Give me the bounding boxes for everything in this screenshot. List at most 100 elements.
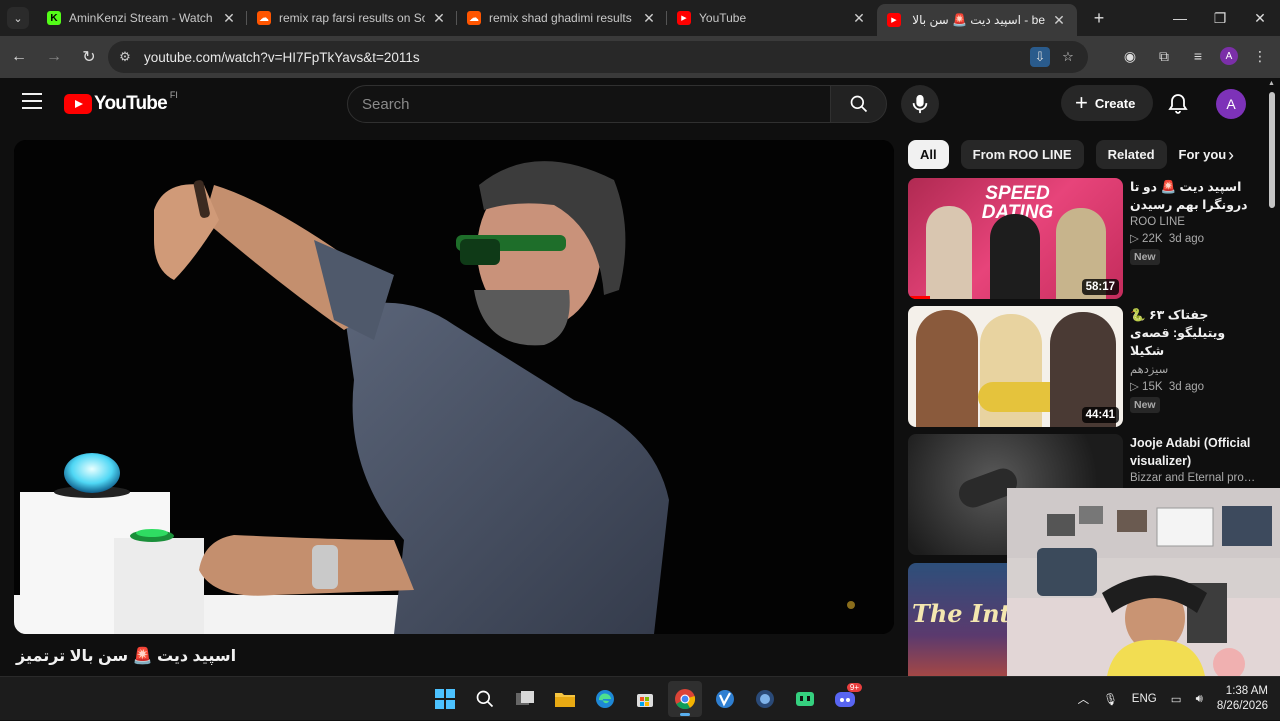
site-info-icon[interactable]: ⚙ bbox=[110, 49, 140, 65]
microsoft-store-icon[interactable] bbox=[628, 681, 662, 717]
menu-hamburger-icon[interactable] bbox=[22, 93, 42, 114]
clock[interactable]: 1:38 AM 8/26/2026 bbox=[1217, 684, 1268, 714]
browser-tab-soundcloud-2[interactable]: ☁ remix shad ghadimi results on ✕ bbox=[457, 0, 667, 36]
volume-icon[interactable]: 🔊︎ bbox=[1196, 693, 1203, 706]
chip-from-channel[interactable]: From ROO LINE bbox=[960, 140, 1084, 169]
webcam-frame bbox=[1007, 488, 1280, 676]
tab-search-button[interactable]: ⌄ bbox=[7, 7, 29, 29]
search-input[interactable] bbox=[362, 95, 830, 113]
new-badge: New bbox=[1130, 397, 1160, 413]
browser-menu-icon[interactable]: ⋮ bbox=[1248, 44, 1272, 68]
file-explorer-icon[interactable] bbox=[548, 681, 582, 717]
chevron-up-icon[interactable]: ︿ bbox=[1078, 691, 1090, 707]
chrome-icon[interactable] bbox=[668, 681, 702, 717]
edge-browser-icon[interactable] bbox=[588, 681, 622, 717]
chip-all[interactable]: All bbox=[908, 140, 949, 169]
minimize-button[interactable]: — bbox=[1160, 0, 1200, 36]
close-window-button[interactable]: ✕ bbox=[1240, 0, 1280, 36]
browser-toolbar: ← → ↻ ⚙ youtube.com/watch?v=HI7FpTkYavs&… bbox=[0, 36, 1280, 78]
notifications-bell-icon[interactable] bbox=[1166, 92, 1190, 116]
extensions-puzzle-icon[interactable]: ⧉ bbox=[1152, 44, 1176, 68]
new-badge: New bbox=[1130, 249, 1160, 265]
close-icon[interactable]: ✕ bbox=[641, 10, 657, 27]
tab-title: be - اسپید دیت 🚨 سن بالا ترتمیز bbox=[909, 13, 1045, 27]
maximize-button[interactable]: ❐ bbox=[1200, 0, 1240, 36]
live-views-icon: ▷ bbox=[1130, 233, 1143, 245]
recommendation-title[interactable]: جفتاک ۶۳ 🐍 ویتیلیگو: قصه‌ی شکیلا bbox=[1130, 306, 1256, 360]
clock-date: 8/26/2026 bbox=[1216, 700, 1268, 712]
profile-avatar[interactable]: A bbox=[1220, 47, 1238, 65]
video-duration: 58:17 bbox=[1081, 279, 1119, 295]
microphone-icon[interactable]: 🎙︎ bbox=[1103, 692, 1118, 706]
close-icon[interactable]: ✕ bbox=[1051, 12, 1067, 29]
close-icon[interactable]: ✕ bbox=[221, 10, 237, 27]
browser-tab-kick[interactable]: K AminKenzi Stream - Watch Liv ✕ bbox=[37, 0, 247, 36]
video-player[interactable] bbox=[14, 140, 894, 634]
youtube-header: YouTube FI + Create A bbox=[0, 78, 1280, 130]
clock-time: 1:38 AM bbox=[1225, 685, 1268, 697]
thumbnail-person bbox=[990, 214, 1040, 299]
media-control-icon[interactable]: ≡ bbox=[1186, 44, 1210, 68]
youtube-logo[interactable]: YouTube FI bbox=[64, 90, 178, 115]
scroll-up-arrow-icon[interactable]: ▲ bbox=[1268, 80, 1275, 87]
chip-related[interactable]: Related bbox=[1095, 140, 1167, 169]
recommendation-title[interactable]: اسپید دیت 🚨 دو تا درونگرا بهم رسیدن bbox=[1130, 178, 1256, 214]
video-thumbnail[interactable]: SPEED DATING 58:17 bbox=[908, 178, 1123, 299]
search-icon[interactable] bbox=[468, 681, 502, 717]
video-thumbnail[interactable]: 44:41 bbox=[908, 306, 1123, 427]
voice-search-button[interactable] bbox=[901, 85, 939, 123]
reload-button[interactable]: ↻ bbox=[73, 41, 105, 73]
recommendation-item[interactable]: 44:41 جفتاک ۶۳ 🐍 ویتیلیگو: قصه‌ی شکیلا س… bbox=[908, 306, 1258, 427]
kick-icon: K bbox=[47, 11, 61, 25]
tab-title: AminKenzi Stream - Watch Liv bbox=[69, 11, 215, 25]
new-tab-button[interactable]: + bbox=[1085, 8, 1113, 29]
youtube-icon: ▶ bbox=[887, 13, 901, 27]
webcam-overlay bbox=[1007, 488, 1280, 676]
account-avatar[interactable]: A bbox=[1216, 89, 1246, 119]
tab-title: remix shad ghadimi results on bbox=[489, 11, 635, 25]
search-button[interactable] bbox=[830, 85, 887, 123]
live-views-icon: ▷ bbox=[1130, 381, 1143, 393]
windows-taskbar: 9+ ︿ 🎙︎ ENG ▭ 🔊︎ 1:38 AM 8/26/2026 bbox=[0, 676, 1280, 720]
video-frame bbox=[14, 140, 894, 634]
windows-start-icon[interactable] bbox=[428, 681, 462, 717]
create-label: Create bbox=[1094, 95, 1136, 111]
chevron-right-icon[interactable]: › bbox=[1218, 142, 1244, 168]
vpn-app-icon[interactable] bbox=[708, 681, 742, 717]
youtube-icon: ▶ bbox=[677, 11, 691, 25]
page-scrollbar-thumb[interactable] bbox=[1269, 92, 1275, 208]
address-bar[interactable]: ⚙ youtube.com/watch?v=HI7FpTkYavs&t=2011… bbox=[108, 41, 1088, 73]
discord-icon[interactable]: 9+ bbox=[828, 681, 862, 717]
channel-name[interactable]: سیزدهم bbox=[1130, 362, 1256, 376]
recommendation-title[interactable]: Jooje Adabi (Official visualizer) bbox=[1130, 434, 1256, 470]
create-button[interactable]: + Create bbox=[1061, 85, 1153, 121]
watch-progress-bar bbox=[908, 296, 930, 299]
bookmark-star-icon[interactable]: ☆ bbox=[1058, 47, 1078, 67]
forward-button[interactable]: → bbox=[38, 41, 70, 73]
recommendation-item[interactable]: SPEED DATING 58:17 اسپید دیت 🚨 دو تا درو… bbox=[908, 178, 1258, 299]
channel-name[interactable]: Bizzar and Eternal proje... bbox=[1130, 472, 1256, 484]
upload-age: 3d ago bbox=[1168, 233, 1205, 245]
recommendation-meta: جفتاک ۶۳ 🐍 ویتیلیگو: قصه‌ی شکیلا سیزدهم … bbox=[1130, 306, 1256, 413]
soundcloud-icon: ☁ bbox=[257, 11, 271, 25]
url-text[interactable]: youtube.com/watch?v=HI7FpTkYavs&t=2011s bbox=[144, 50, 420, 65]
close-icon[interactable]: ✕ bbox=[431, 10, 447, 27]
app-circle-icon[interactable] bbox=[748, 681, 782, 717]
taskbar-apps: 9+ bbox=[428, 681, 862, 717]
browser-tab-active[interactable]: ▶ be - اسپید دیت 🚨 سن بالا ترتمیز ✕ bbox=[877, 4, 1077, 36]
country-code: FI bbox=[169, 90, 178, 100]
browser-tab-soundcloud-1[interactable]: ☁ remix rap farsi results on Soun ✕ bbox=[247, 0, 457, 36]
browser-tab-strip: ⌄ K AminKenzi Stream - Watch Liv ✕ ☁ rem… bbox=[0, 0, 1280, 36]
channel-name[interactable]: ROO LINE bbox=[1130, 216, 1256, 228]
close-icon[interactable]: ✕ bbox=[851, 10, 867, 27]
extension-circle-icon[interactable]: ◉ bbox=[1118, 44, 1142, 68]
streaming-app-icon[interactable] bbox=[788, 681, 822, 717]
network-icon[interactable]: ▭ bbox=[1171, 692, 1182, 706]
input-language[interactable]: ENG bbox=[1132, 693, 1157, 705]
soundcloud-icon: ☁ bbox=[467, 11, 481, 25]
browser-tab-youtube[interactable]: ▶ YouTube ✕ bbox=[667, 0, 877, 36]
filter-chips: All From ROO LINE Related For you bbox=[908, 140, 1238, 169]
task-view-icon[interactable] bbox=[508, 681, 542, 717]
install-app-icon[interactable]: ⇩ bbox=[1030, 47, 1050, 67]
back-button[interactable]: ← bbox=[3, 41, 35, 73]
